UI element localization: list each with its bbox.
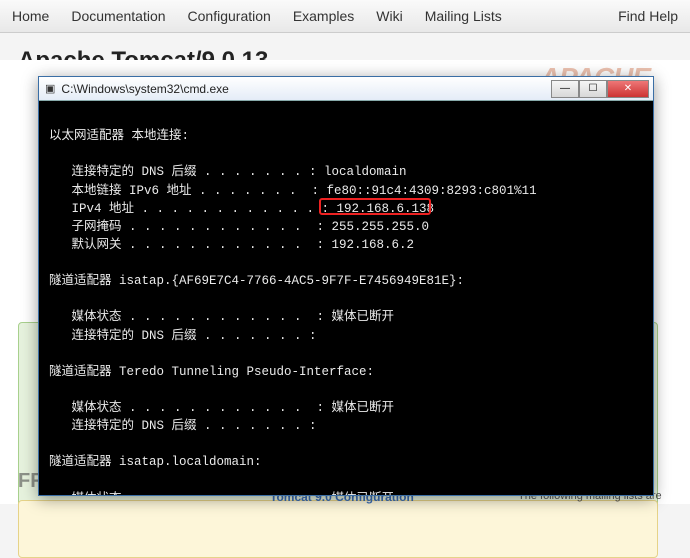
maximize-button[interactable]: ☐	[579, 80, 607, 98]
panel-yellow	[18, 500, 658, 558]
titlebar[interactable]: ▣ C:\Windows\system32\cmd.exe — ☐ ✕	[39, 77, 653, 101]
close-button[interactable]: ✕	[607, 80, 649, 98]
nav-mailing-lists[interactable]: Mailing Lists	[425, 8, 502, 24]
nav-home[interactable]: Home	[12, 8, 49, 24]
nav-documentation[interactable]: Documentation	[71, 8, 165, 24]
terminal-output[interactable]: 以太网适配器 本地连接: 连接特定的 DNS 后缀 . . . . . . . …	[39, 101, 653, 495]
nav-examples[interactable]: Examples	[293, 8, 354, 24]
top-nav: Home Documentation Configuration Example…	[0, 0, 690, 33]
cmd-icon: ▣	[45, 82, 55, 95]
window-title: C:\Windows\system32\cmd.exe	[61, 82, 551, 96]
highlight-box	[319, 198, 431, 215]
minimize-button[interactable]: —	[551, 80, 579, 98]
nav-wiki[interactable]: Wiki	[376, 8, 402, 24]
nav-configuration[interactable]: Configuration	[188, 8, 271, 24]
nav-find-help[interactable]: Find Help	[618, 8, 678, 24]
cmd-window: ▣ C:\Windows\system32\cmd.exe — ☐ ✕ 以太网适…	[38, 76, 654, 496]
